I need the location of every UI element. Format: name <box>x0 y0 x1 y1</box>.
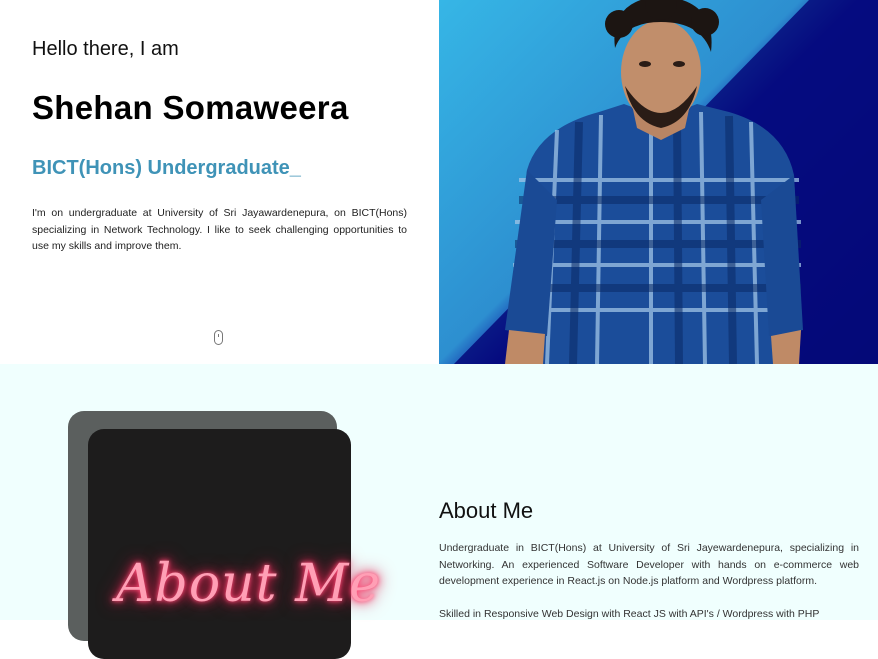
profile-photo <box>439 0 878 364</box>
hero-section: Hello there, I am Shehan Somaweera BICT(… <box>0 0 878 364</box>
about-section: About Me About Me Undergraduate in BICT(… <box>0 364 878 659</box>
person-name: Shehan Somaweera <box>32 89 349 126</box>
person-illustration <box>454 0 878 364</box>
neon-about-me-text: About Me <box>116 554 382 614</box>
hero-text-panel: Hello there, I am Shehan Somaweera BICT(… <box>0 0 439 364</box>
intro-paragraph: I'm on undergraduate at University of Sr… <box>32 207 407 252</box>
greeting-text: Hello there, I am <box>32 38 179 60</box>
role-typewriter: BICT(Hons) Undergraduate_ <box>32 157 301 179</box>
about-title: About Me <box>439 498 534 523</box>
mouse-scroll-icon[interactable] <box>214 330 223 345</box>
about-paragraph-2: Skilled in Responsive Web Design with Re… <box>439 608 820 620</box>
about-image-card <box>88 429 351 659</box>
about-paragraph-1: Undergraduate in BICT(Hons) at Universit… <box>439 542 859 587</box>
